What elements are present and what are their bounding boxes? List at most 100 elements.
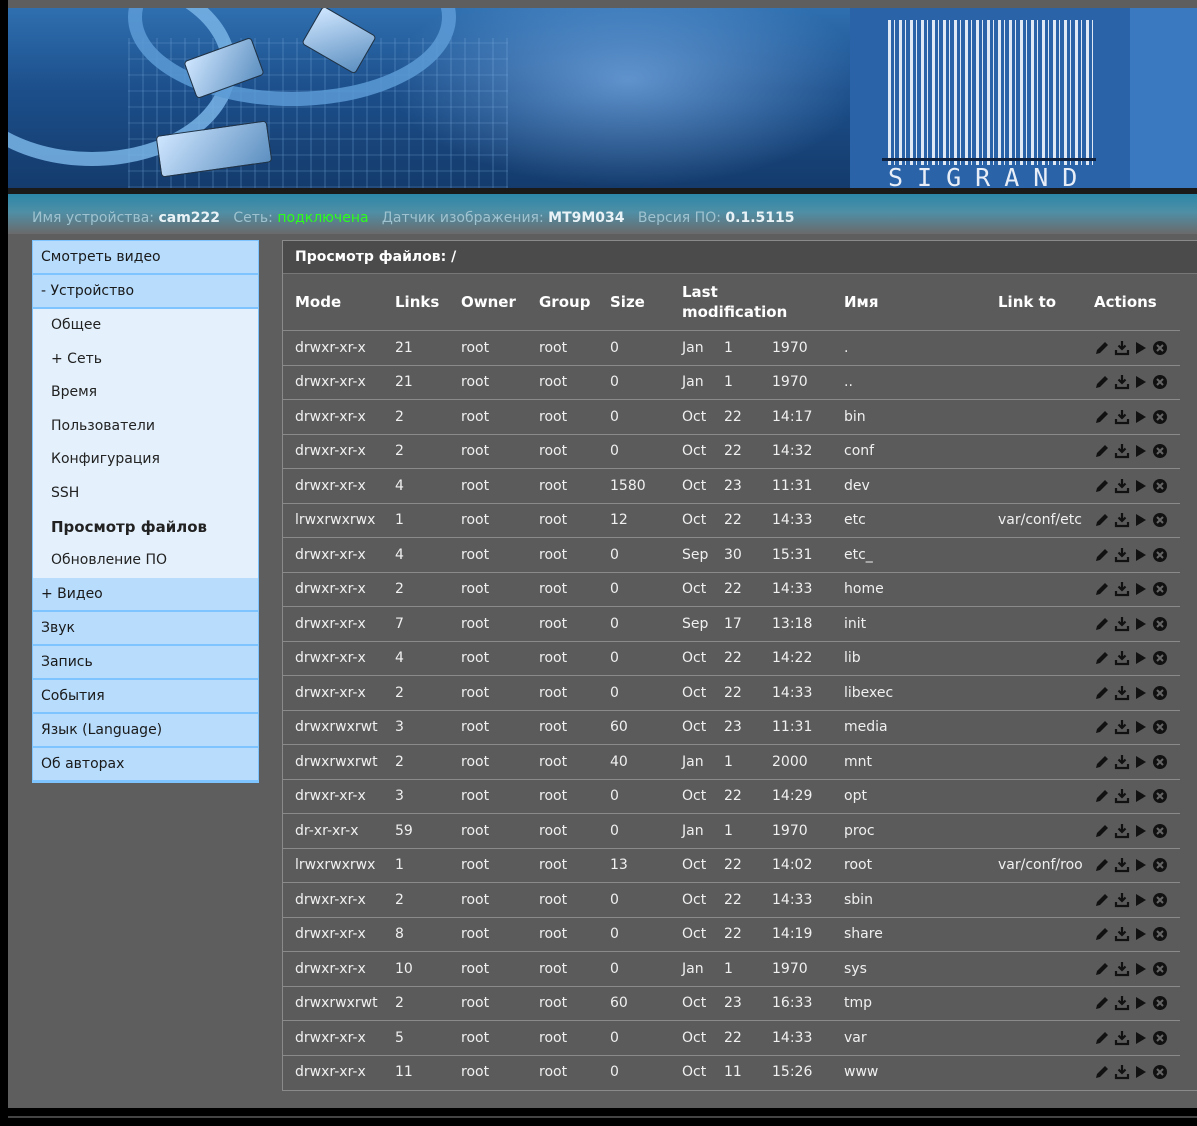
delete-icon[interactable] — [1152, 788, 1168, 804]
delete-icon[interactable] — [1152, 616, 1168, 632]
filename-link[interactable]: sbin — [832, 882, 986, 918]
column-header-links[interactable]: Links — [383, 274, 449, 331]
sidebar-item[interactable]: Об авторах — [33, 747, 258, 782]
table-row[interactable]: drwxr-xr-x 7 root root 0 Sep 17 13:18 init — [283, 606, 1180, 642]
table-row[interactable]: drwxr-xr-x 5 root root 0 Oct 22 14:33 var — [283, 1020, 1180, 1056]
column-header-group[interactable]: Group — [527, 274, 598, 331]
play-icon[interactable] — [1134, 892, 1148, 908]
table-row[interactable]: drwxr-xr-x 3 root root 0 Oct 22 14:29 opt — [283, 779, 1180, 814]
sidebar-item[interactable]: Язык (Language) — [33, 713, 258, 748]
table-row[interactable]: lrwxrwxrwx 1 root root 13 Oct 22 14:02 root var/c… — [283, 848, 1180, 883]
filename-link[interactable]: www — [832, 1055, 986, 1089]
play-icon[interactable] — [1134, 547, 1148, 563]
delete-icon[interactable] — [1152, 892, 1168, 908]
filename-link[interactable]: etc — [832, 503, 986, 538]
play-icon[interactable] — [1134, 340, 1148, 356]
table-row[interactable]: dr-xr-xr-x 59 root root 0 Jan 1 1970 proc — [283, 813, 1180, 849]
sidebar-item[interactable]: События — [33, 679, 258, 714]
delete-icon[interactable] — [1152, 512, 1168, 528]
play-icon[interactable] — [1134, 926, 1148, 942]
delete-icon[interactable] — [1152, 961, 1168, 977]
download-icon[interactable] — [1114, 374, 1130, 390]
download-icon[interactable] — [1114, 650, 1130, 666]
edit-icon[interactable] — [1094, 857, 1110, 873]
column-header-owner[interactable]: Owner — [449, 274, 527, 331]
play-icon[interactable] — [1134, 788, 1148, 804]
download-icon[interactable] — [1114, 616, 1130, 632]
delete-icon[interactable] — [1152, 926, 1168, 942]
sidebar-item[interactable]: Запись — [33, 645, 258, 680]
play-icon[interactable] — [1134, 616, 1148, 632]
play-icon[interactable] — [1134, 650, 1148, 666]
delete-icon[interactable] — [1152, 685, 1168, 701]
delete-icon[interactable] — [1152, 823, 1168, 839]
filename-link[interactable]: conf — [832, 434, 986, 469]
download-icon[interactable] — [1114, 892, 1130, 908]
edit-icon[interactable] — [1094, 650, 1110, 666]
edit-icon[interactable] — [1094, 581, 1110, 597]
download-icon[interactable] — [1114, 685, 1130, 701]
download-icon[interactable] — [1114, 1030, 1130, 1046]
edit-icon[interactable] — [1094, 547, 1110, 563]
sidebar-subitem[interactable]: Время — [33, 376, 258, 410]
download-icon[interactable] — [1114, 754, 1130, 770]
delete-icon[interactable] — [1152, 409, 1168, 425]
table-row[interactable]: drwxr-xr-x 2 root root 0 Oct 22 14:17 bin — [283, 399, 1180, 435]
sidebar-subitem[interactable]: Общее — [33, 309, 258, 343]
filename-link[interactable]: lib — [832, 641, 986, 676]
download-icon[interactable] — [1114, 926, 1130, 942]
sidebar-item[interactable]: Смотреть видео — [33, 241, 258, 275]
download-icon[interactable] — [1114, 443, 1130, 459]
play-icon[interactable] — [1134, 1030, 1148, 1046]
play-icon[interactable] — [1134, 478, 1148, 494]
filename-link[interactable]: .. — [832, 365, 986, 400]
delete-icon[interactable] — [1152, 581, 1168, 597]
edit-icon[interactable] — [1094, 616, 1110, 632]
play-icon[interactable] — [1134, 443, 1148, 459]
play-icon[interactable] — [1134, 581, 1148, 597]
download-icon[interactable] — [1114, 823, 1130, 839]
play-icon[interactable] — [1134, 995, 1148, 1011]
table-row[interactable]: drwxrwxrwt 2 root root 40 Jan 1 2000 mnt — [283, 744, 1180, 780]
delete-icon[interactable] — [1152, 1064, 1168, 1080]
edit-icon[interactable] — [1094, 961, 1110, 977]
table-row[interactable]: drwxrwxrwt 3 root root 60 Oct 23 11:31 media — [283, 710, 1180, 745]
edit-icon[interactable] — [1094, 754, 1110, 770]
edit-icon[interactable] — [1094, 478, 1110, 494]
filename-link[interactable]: bin — [832, 399, 986, 435]
delete-icon[interactable] — [1152, 719, 1168, 735]
table-row[interactable]: drwxr-xr-x 4 root root 1580 Oct 23 11:31 dev — [283, 468, 1180, 504]
table-row[interactable]: drwxr-xr-x 2 root root 0 Oct 22 14:33 sbin — [283, 882, 1180, 918]
filename-link[interactable]: share — [832, 917, 986, 952]
edit-icon[interactable] — [1094, 1064, 1110, 1080]
filename-link[interactable]: media — [832, 710, 986, 745]
table-row[interactable]: drwxrwxrwt 2 root root 60 Oct 23 16:33 tmp — [283, 986, 1180, 1021]
download-icon[interactable] — [1114, 512, 1130, 528]
column-header-link-to[interactable]: Link to — [986, 274, 1082, 331]
edit-icon[interactable] — [1094, 823, 1110, 839]
delete-icon[interactable] — [1152, 340, 1168, 356]
play-icon[interactable] — [1134, 685, 1148, 701]
sidebar-item[interactable]: - Устройство — [33, 275, 258, 309]
edit-icon[interactable] — [1094, 788, 1110, 804]
play-icon[interactable] — [1134, 1064, 1148, 1080]
filename-link[interactable]: etc_ — [832, 537, 986, 573]
sidebar-subitem[interactable]: + Сеть — [33, 342, 258, 377]
play-icon[interactable] — [1134, 409, 1148, 425]
play-icon[interactable] — [1134, 961, 1148, 977]
edit-icon[interactable] — [1094, 409, 1110, 425]
download-icon[interactable] — [1114, 478, 1130, 494]
filename-link[interactable]: var — [832, 1020, 986, 1056]
download-icon[interactable] — [1114, 340, 1130, 356]
table-row[interactable]: drwxr-xr-x 4 root root 0 Sep 30 15:31 etc_ — [283, 537, 1180, 573]
table-row[interactable]: drwxr-xr-x 8 root root 0 Oct 22 14:19 share — [283, 917, 1180, 952]
sidebar-item[interactable]: Звук — [33, 611, 258, 646]
delete-icon[interactable] — [1152, 374, 1168, 390]
sidebar-subitem[interactable]: Конфигурация — [33, 443, 258, 477]
delete-icon[interactable] — [1152, 478, 1168, 494]
sidebar-subitem[interactable]: Просмотр файлов — [33, 510, 258, 545]
edit-icon[interactable] — [1094, 926, 1110, 942]
filename-link[interactable]: home — [832, 572, 986, 607]
sidebar-subitem[interactable]: SSH — [33, 476, 258, 511]
filename-link[interactable]: mnt — [832, 744, 986, 780]
